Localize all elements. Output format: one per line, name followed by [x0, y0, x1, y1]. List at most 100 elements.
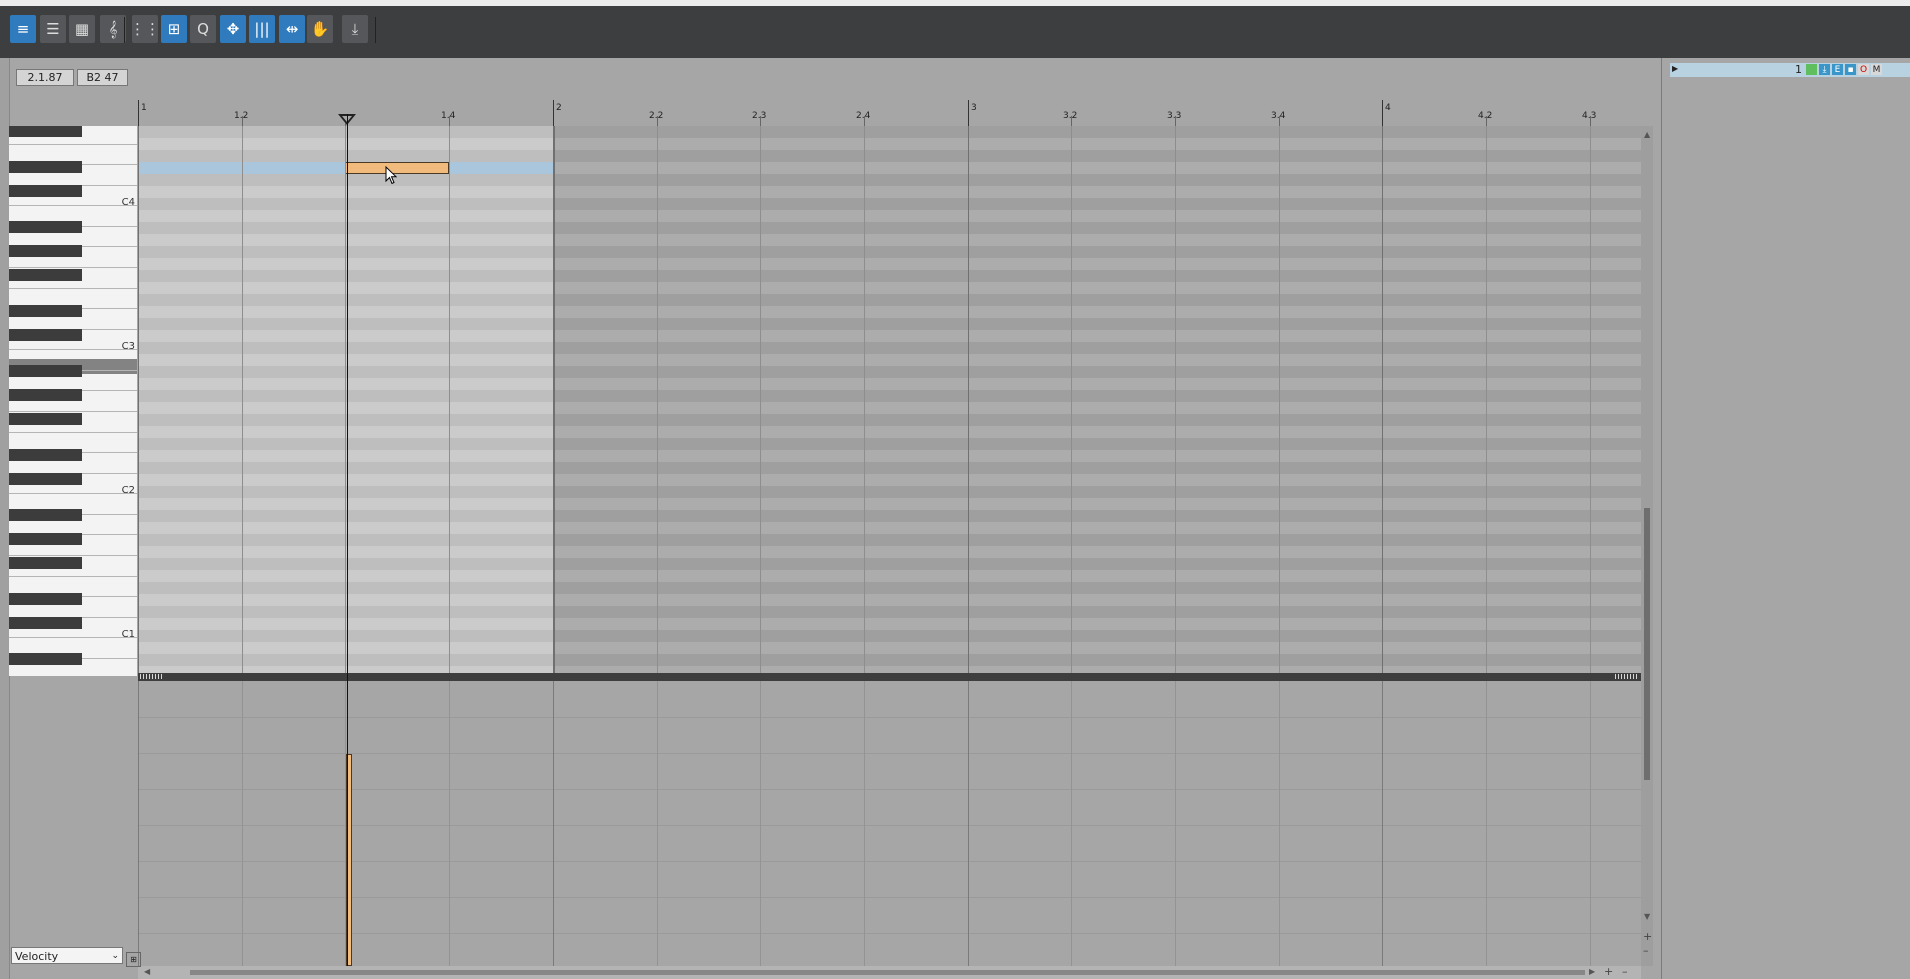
vertical-scrollbar[interactable]: ▲ ▼ + –	[1641, 126, 1653, 966]
white-key[interactable]	[9, 349, 137, 350]
zoom-out-icon[interactable]: –	[1643, 944, 1649, 957]
splitter-grip-left[interactable]	[140, 674, 164, 679]
velocity-gridline-h	[138, 861, 1641, 862]
pitch-row	[138, 174, 1641, 186]
track-color-swatch[interactable]	[1806, 64, 1817, 75]
list-view-icon: ☰	[46, 20, 60, 38]
piano-keyboard[interactable]: C4 C3 C2 C1	[9, 126, 137, 676]
pitch-row	[138, 378, 1641, 390]
pane-splitter[interactable]	[138, 673, 1641, 681]
black-key[interactable]	[9, 473, 82, 485]
playhead-line	[347, 114, 348, 966]
scroll-left-icon[interactable]: ◀	[144, 967, 150, 976]
pitch-row	[138, 534, 1641, 546]
black-key[interactable]	[9, 245, 82, 257]
grid-beat-line	[1486, 126, 1487, 675]
grid-view-button[interactable]: ▦	[69, 15, 95, 43]
black-key[interactable]	[9, 185, 82, 197]
pitch-row	[138, 510, 1641, 522]
pitch-row	[138, 594, 1641, 606]
pitch-row	[138, 306, 1641, 318]
velocity-gridline-h	[138, 789, 1641, 790]
grid-beat-line	[657, 126, 658, 675]
black-key[interactable]	[9, 126, 82, 137]
black-key[interactable]	[9, 365, 82, 377]
h-zoom-in-icon[interactable]: +	[1604, 965, 1613, 978]
mute-button[interactable]: M	[1871, 64, 1882, 75]
black-key[interactable]	[9, 617, 82, 629]
octave-label: C1	[121, 629, 135, 640]
black-key[interactable]	[9, 221, 82, 233]
track-header[interactable]: ▶ 1 ⤓ E ▪ O M	[1670, 63, 1910, 77]
white-key[interactable]	[9, 411, 137, 412]
grid-beat-line	[1175, 126, 1176, 675]
pitch-row	[138, 342, 1641, 354]
add-lane-icon[interactable]: ⊞	[126, 952, 141, 967]
velocity-lane[interactable]	[138, 681, 1641, 966]
black-key[interactable]	[9, 653, 82, 665]
black-key[interactable]	[9, 449, 82, 461]
step-record-button[interactable]: ✋	[307, 15, 333, 43]
white-key[interactable]	[9, 555, 137, 556]
controller-type-select[interactable]: Velocity ⌄	[11, 947, 123, 964]
ruler-label: 1.2	[234, 111, 249, 121]
white-key[interactable]	[9, 576, 137, 577]
white-key[interactable]	[9, 205, 137, 206]
chevron-down-icon: ⌄	[111, 951, 119, 961]
velocity-grid-line	[449, 681, 450, 966]
quantize-button[interactable]: Q	[190, 15, 216, 43]
black-key[interactable]	[9, 269, 82, 281]
black-key[interactable]	[9, 161, 82, 173]
grid-beat-line	[242, 126, 243, 675]
snap-grid-button[interactable]: ⋮⋮	[130, 15, 160, 43]
staff-view-button[interactable]: 𝄞	[100, 15, 126, 43]
black-key[interactable]	[9, 305, 82, 317]
expand-icon[interactable]: ▶	[1672, 64, 1678, 73]
white-key[interactable]	[9, 637, 137, 638]
grid-beat-line	[968, 126, 969, 675]
import-button[interactable]: ⤓	[342, 15, 368, 43]
split-tool-button[interactable]: |||	[249, 15, 275, 43]
scroll-up-icon[interactable]: ▲	[1644, 130, 1650, 139]
horizontal-scroll-thumb[interactable]	[190, 970, 1585, 975]
piano-roll-view-button[interactable]: ≡	[10, 15, 36, 43]
grid-beat-line	[1382, 126, 1383, 675]
white-key[interactable]	[9, 267, 137, 268]
white-key[interactable]	[9, 493, 137, 494]
black-key[interactable]	[9, 533, 82, 545]
vertical-scroll-thumb[interactable]	[1644, 508, 1650, 780]
pitch-row	[138, 618, 1641, 630]
white-key[interactable]	[9, 432, 137, 433]
pitch-readout: B2 47	[77, 69, 128, 86]
glue-tool-button[interactable]: ⇹	[279, 15, 305, 43]
freeze-icon[interactable]: ▪	[1845, 64, 1856, 75]
black-key[interactable]	[9, 593, 82, 605]
pitch-row	[138, 450, 1641, 462]
scroll-down-icon[interactable]: ▼	[1644, 912, 1650, 921]
input-echo-icon[interactable]: ⤓	[1819, 64, 1830, 75]
edit-track-button[interactable]: E	[1832, 64, 1843, 75]
grid-beat-line	[1071, 126, 1072, 675]
time-ruler[interactable]: 1 1.2 1.4 2 2.2 2.3 2.4 3 3.2 3.3 3.4 4 4.2 4.3	[138, 98, 1641, 126]
pitch-row	[138, 258, 1641, 270]
h-zoom-out-icon[interactable]: –	[1622, 965, 1628, 978]
list-view-button[interactable]: ☰	[40, 15, 66, 43]
zoom-in-icon[interactable]: +	[1643, 930, 1652, 943]
black-key[interactable]	[9, 509, 82, 521]
black-key[interactable]	[9, 389, 82, 401]
black-key[interactable]	[9, 413, 82, 425]
black-key[interactable]	[9, 329, 82, 341]
white-key[interactable]	[9, 144, 137, 145]
white-key[interactable]	[9, 288, 137, 289]
black-key[interactable]	[9, 557, 82, 569]
horizontal-scrollbar[interactable]: ◀ ▶ + –	[138, 965, 1641, 979]
scroll-right-icon[interactable]: ▶	[1589, 967, 1595, 976]
ruler-label: 4.3	[1582, 111, 1597, 121]
note-grid[interactable]	[138, 126, 1641, 675]
record-arm-button[interactable]: O	[1858, 64, 1869, 75]
snap-to-notes-button[interactable]: ⊞	[161, 15, 187, 43]
select-tool-button[interactable]: ✥	[220, 15, 246, 43]
mouse-pointer-icon	[385, 166, 398, 185]
splitter-grip-right[interactable]	[1615, 674, 1639, 679]
pitch-row	[138, 630, 1641, 642]
